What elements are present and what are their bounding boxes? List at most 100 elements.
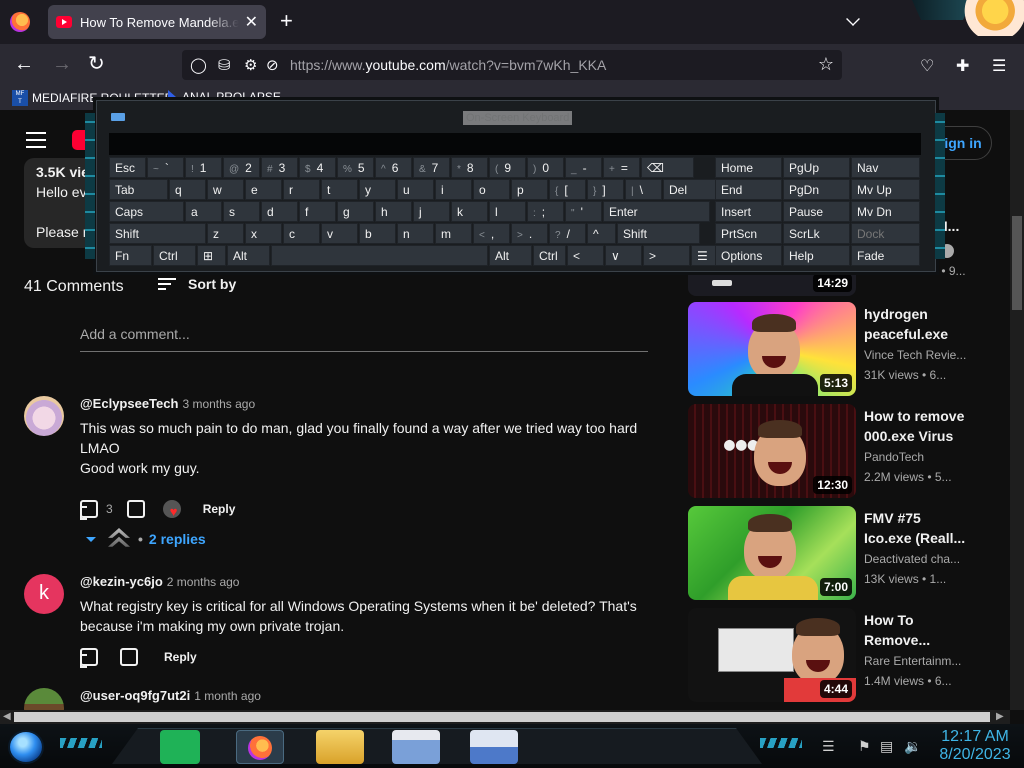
horizontal-scrollbar[interactable]: ◀ ▶ [0, 710, 1010, 724]
osk-key[interactable]: u [397, 179, 434, 200]
osk-key[interactable]: x [245, 223, 282, 244]
network-icon[interactable]: ▤ [880, 738, 893, 755]
volume-icon[interactable]: 🔉 [904, 738, 921, 755]
forward-arrow-icon[interactable]: → [52, 54, 72, 74]
guide-menu-icon[interactable] [26, 132, 46, 148]
osk-nav-key[interactable]: Nav [851, 157, 920, 178]
osk-nav-key[interactable]: Help [783, 245, 850, 266]
osk-nav-key[interactable]: Pause [783, 201, 850, 222]
osk-key[interactable]: h [375, 201, 412, 222]
extensions-icon[interactable]: ✚ [956, 56, 969, 76]
comment-author[interactable]: @EclypseeTech 3 months ago [80, 396, 255, 411]
add-comment-input[interactable]: Add a comment... [80, 326, 648, 352]
comment-time[interactable]: 1 month ago [194, 689, 261, 703]
osk-key[interactable]: a [185, 201, 222, 222]
recommended-video[interactable]: ●●● 12:30 How to remove 000.exe Virus Pan… [688, 404, 988, 498]
channel-name[interactable]: PandoTech [864, 450, 974, 464]
osk-key[interactable]: d [261, 201, 298, 222]
osk-nav-key[interactable]: Mv Dn [851, 201, 920, 222]
osk-key[interactable]: | \ [625, 179, 662, 200]
osk-nav-key[interactable]: Insert [715, 201, 782, 222]
osk-key[interactable]: Ctrl [533, 245, 566, 266]
osk-key[interactable]: b [359, 223, 396, 244]
video-title[interactable]: How to remove 000.exe Virus [864, 406, 974, 446]
osk-key[interactable]: " ' [565, 201, 602, 222]
osk-key[interactable]: ⊞ [197, 245, 226, 266]
osk-key[interactable]: i [435, 179, 472, 200]
osk-key[interactable]: {[ [549, 179, 586, 200]
osk-key[interactable]: (9 [489, 157, 526, 178]
video-thumbnail[interactable]: 7:00 [688, 506, 856, 600]
dislike-icon[interactable] [120, 648, 138, 666]
osk-key[interactable]: s [223, 201, 260, 222]
osk-key[interactable]: < [567, 245, 604, 266]
channel-name[interactable]: Deactivated cha... [864, 552, 974, 566]
osk-key[interactable]: > [643, 245, 690, 266]
osk-key[interactable]: % 5 [337, 157, 374, 178]
osk-key[interactable]: c [283, 223, 320, 244]
shield-icon[interactable]: ◯ [190, 56, 207, 74]
osk-key[interactable]: >. [511, 223, 548, 244]
channel-name[interactable]: Rare Entertainm... [864, 654, 974, 668]
video-title[interactable]: How To Remove... [864, 610, 974, 650]
browser-tab[interactable]: How To Remove Mandela.exe ( ✕ [48, 5, 266, 39]
osk-key[interactable]: ~ ` [147, 157, 184, 178]
menu-icon[interactable]: ☰ [992, 56, 1006, 76]
osk-key[interactable]: <, [473, 223, 510, 244]
bookmark-star-icon[interactable]: ☆ [818, 54, 834, 75]
start-button[interactable] [8, 730, 44, 764]
back-arrow-icon[interactable]: ← [14, 54, 34, 74]
video-title[interactable]: FMV #75 Ico.exe (Reall... [864, 508, 974, 548]
osk-key[interactable]: g [337, 201, 374, 222]
osk-key[interactable]: Esc [109, 157, 146, 178]
osk-key[interactable]: m [435, 223, 472, 244]
lock-icon[interactable]: ⛁ [218, 56, 231, 74]
osk-key[interactable]: @2 [223, 157, 260, 178]
osk-key[interactable]: y [359, 179, 396, 200]
osk-key[interactable]: Enter [603, 201, 710, 222]
osk-key[interactable]: Shift [617, 223, 700, 244]
sort-by-button[interactable]: Sort by [158, 276, 236, 292]
osk-key[interactable]: & 7 [413, 157, 450, 178]
comment-time[interactable]: 3 months ago [182, 397, 255, 411]
system-clock[interactable]: 12:17 AM 8/20/2023 [930, 728, 1020, 764]
recommended-video[interactable]: 7:00 FMV #75 Ico.exe (Reall... Deactivate… [688, 506, 988, 600]
scrollbar-thumb[interactable] [1012, 216, 1022, 310]
osk-key[interactable]: ^ 6 [375, 157, 412, 178]
reply-button[interactable]: Reply [203, 502, 236, 516]
osk-key[interactable]: ⌫ [641, 157, 694, 178]
reply-button[interactable]: Reply [164, 650, 197, 664]
like-icon[interactable] [80, 500, 98, 520]
osk-key[interactable]: Caps [109, 201, 184, 222]
osk-key[interactable]: #3 [261, 157, 298, 178]
recommended-video[interactable]: 5:13 hydrogen peaceful.exe Vince Tech Rev… [688, 302, 988, 396]
osk-key[interactable]: $4 [299, 157, 336, 178]
firefox-taskbar-icon[interactable] [236, 730, 284, 764]
osk-key[interactable]: t [321, 179, 358, 200]
osk-nav-key[interactable]: End [715, 179, 782, 200]
recommended-video[interactable]: 4:44 How To Remove... Rare Entertainm... … [688, 608, 988, 702]
reload-icon[interactable]: ↻ [88, 54, 105, 74]
vertical-scrollbar[interactable] [1010, 110, 1024, 710]
comment-author[interactable]: @user-oq9fg7ut2i 1 month ago [80, 688, 261, 703]
autoplay-blocked-icon[interactable]: ⊘ [266, 56, 279, 74]
scrollbar-thumb[interactable] [14, 712, 990, 722]
flag-icon[interactable]: ⚑ [858, 738, 871, 755]
pocket-icon[interactable]: ♡ [920, 56, 934, 76]
osk-key[interactable]: p [511, 179, 548, 200]
osk-key[interactable]: + = [603, 157, 640, 178]
notes-app-icon[interactable] [160, 730, 200, 764]
like-icon[interactable] [80, 648, 98, 668]
firefox-icon[interactable] [10, 12, 30, 32]
video-thumbnail[interactable]: 5:13 [688, 302, 856, 396]
osk-key[interactable]: Fn [109, 245, 152, 266]
osk-nav-key[interactable]: Home [715, 157, 782, 178]
scroll-left-icon[interactable]: ◀ [3, 711, 11, 722]
osk-key[interactable]: Alt [489, 245, 532, 266]
osk-key[interactable]: r [283, 179, 320, 200]
osk-key[interactable]: ? / [549, 223, 586, 244]
osk-nav-key[interactable]: PgUp [783, 157, 850, 178]
tray-menu-icon[interactable]: ☰ [822, 738, 835, 755]
osk-key[interactable]: ^ [587, 223, 616, 244]
scroll-right-icon[interactable]: ▶ [996, 711, 1004, 722]
